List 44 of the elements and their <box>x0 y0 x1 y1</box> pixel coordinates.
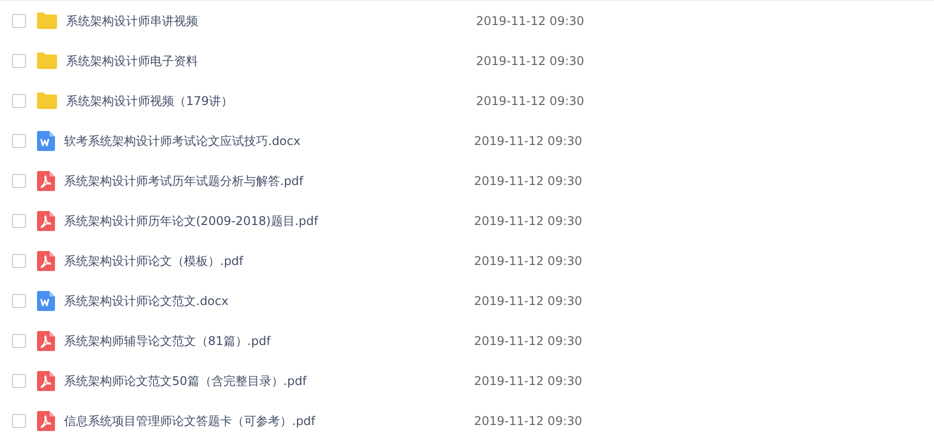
file-name[interactable]: 软考系统架构设计师考试论文应试技巧.docx <box>64 132 474 150</box>
file-name[interactable]: 系统架构设计师考试历年试题分析与解答.pdf <box>64 172 474 190</box>
modified-date: 2019-11-12 09:30 <box>474 414 582 428</box>
modified-date: 2019-11-12 09:30 <box>474 174 582 188</box>
file-name[interactable]: 系统架构设计师视频（179讲） <box>66 92 476 110</box>
pdf-document-icon <box>37 211 55 231</box>
checkbox[interactable] <box>12 174 26 188</box>
pdf-document-icon <box>37 171 55 191</box>
modified-date: 2019-11-12 09:30 <box>474 214 582 228</box>
checkbox[interactable] <box>12 374 26 388</box>
file-name[interactable]: 系统架构设计师历年论文(2009-2018)题目.pdf <box>64 212 474 230</box>
file-name[interactable]: 系统架构设计师论文范文.docx <box>64 292 474 310</box>
pdf-document-icon <box>37 251 55 271</box>
file-name[interactable]: 信息系统项目管理师论文答题卡（可参考）.pdf <box>64 412 474 430</box>
word-document-icon <box>37 291 55 311</box>
modified-date: 2019-11-12 09:30 <box>474 334 582 348</box>
file-name[interactable]: 系统架构师辅导论文范文（81篇）.pdf <box>64 332 474 350</box>
folder-icon <box>37 92 57 110</box>
modified-date: 2019-11-12 09:30 <box>476 14 584 28</box>
modified-date: 2019-11-12 09:30 <box>476 94 584 108</box>
modified-date: 2019-11-12 09:30 <box>474 254 582 268</box>
pdf-document-icon <box>37 331 55 351</box>
pdf-document-icon <box>37 411 55 431</box>
checkbox[interactable] <box>12 414 26 428</box>
file-name[interactable]: 系统架构设计师串讲视频 <box>66 12 476 30</box>
checkbox[interactable] <box>12 14 26 28</box>
modified-date: 2019-11-12 09:30 <box>476 54 584 68</box>
checkbox[interactable] <box>12 254 26 268</box>
file-name[interactable]: 系统架构设计师电子资料 <box>66 52 476 70</box>
file-name[interactable]: 系统架构设计师论文（模板）.pdf <box>64 252 474 270</box>
checkbox[interactable] <box>12 214 26 228</box>
checkbox[interactable] <box>12 134 26 148</box>
checkbox[interactable] <box>12 334 26 348</box>
modified-date: 2019-11-12 09:30 <box>474 294 582 308</box>
word-document-icon <box>37 131 55 151</box>
pdf-document-icon <box>37 371 55 391</box>
modified-date: 2019-11-12 09:30 <box>474 134 582 148</box>
file-name[interactable]: 系统架构师论文范文50篇（含完整目录）.pdf <box>64 372 474 390</box>
modified-date: 2019-11-12 09:30 <box>474 374 582 388</box>
checkbox[interactable] <box>12 54 26 68</box>
checkbox[interactable] <box>12 294 26 308</box>
checkbox[interactable] <box>12 94 26 108</box>
folder-icon <box>37 52 57 70</box>
folder-icon <box>37 12 57 30</box>
